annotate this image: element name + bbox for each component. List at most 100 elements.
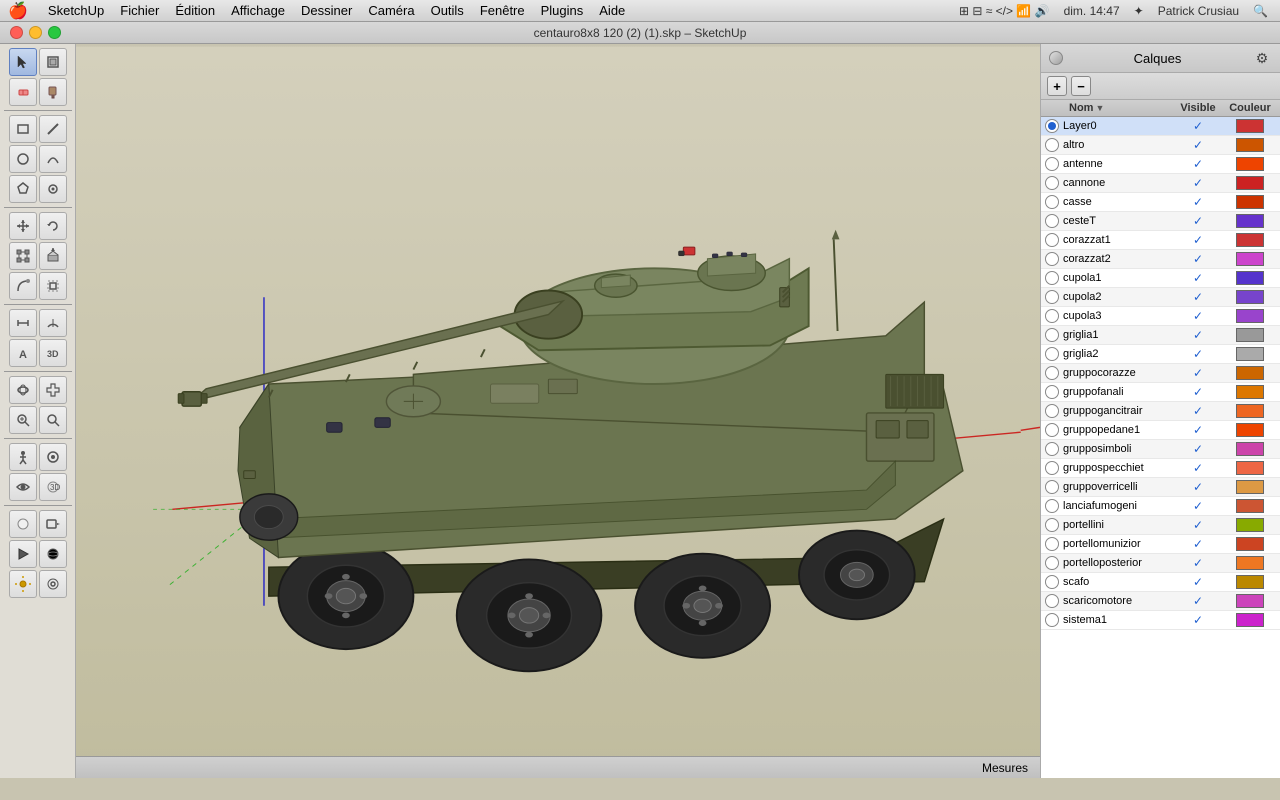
- menu-edition[interactable]: Édition: [167, 0, 223, 22]
- close-button[interactable]: [10, 26, 23, 39]
- layer-radio[interactable]: [1045, 537, 1059, 551]
- visible-checkmark[interactable]: ✓: [1193, 252, 1203, 266]
- layer-visible-cell[interactable]: ✓: [1172, 309, 1224, 323]
- layer-row[interactable]: gruppogancitrair✓: [1041, 402, 1280, 421]
- layer-row[interactable]: scaricomotore✓: [1041, 592, 1280, 611]
- layer-visible-cell[interactable]: ✓: [1172, 157, 1224, 171]
- visible-checkmark[interactable]: ✓: [1193, 499, 1203, 513]
- layer-visible-cell[interactable]: ✓: [1172, 195, 1224, 209]
- layer-visible-cell[interactable]: ✓: [1172, 480, 1224, 494]
- layer-radio[interactable]: [1045, 404, 1059, 418]
- visible-checkmark[interactable]: ✓: [1193, 404, 1203, 418]
- layer-row[interactable]: cupola2✓: [1041, 288, 1280, 307]
- layer-radio[interactable]: [1045, 442, 1059, 456]
- minimize-button[interactable]: [29, 26, 42, 39]
- layer-visible-cell[interactable]: ✓: [1172, 594, 1224, 608]
- menu-aide[interactable]: Aide: [591, 0, 633, 22]
- layer-color-cell[interactable]: [1224, 556, 1276, 570]
- visible-checkmark[interactable]: ✓: [1193, 328, 1203, 342]
- sphere-tool[interactable]: [39, 540, 67, 568]
- orbit-tool[interactable]: [9, 376, 37, 404]
- color-swatch[interactable]: [1236, 252, 1264, 266]
- color-swatch[interactable]: [1236, 176, 1264, 190]
- layer-visible-cell[interactable]: ✓: [1172, 366, 1224, 380]
- sun-tool[interactable]: [9, 570, 37, 598]
- layer-radio[interactable]: [1045, 157, 1059, 171]
- layer-visible-cell[interactable]: ✓: [1172, 556, 1224, 570]
- calques-list[interactable]: Layer0✓altro✓antenne✓cannone✓casse✓ceste…: [1041, 117, 1280, 778]
- layer-color-cell[interactable]: [1224, 594, 1276, 608]
- paint-tool[interactable]: [39, 78, 67, 106]
- layer-radio[interactable]: [1045, 271, 1059, 285]
- layer-radio[interactable]: [1045, 575, 1059, 589]
- layer-visible-cell[interactable]: ✓: [1172, 138, 1224, 152]
- layer-visible-cell[interactable]: ✓: [1172, 423, 1224, 437]
- followme-tool[interactable]: [9, 272, 37, 300]
- text-tool[interactable]: A: [9, 339, 37, 367]
- zoomextents-tool[interactable]: [39, 406, 67, 434]
- layer-visible-cell[interactable]: ✓: [1172, 119, 1224, 133]
- scale-tool[interactable]: [9, 242, 37, 270]
- circle-tool[interactable]: [9, 145, 37, 173]
- menu-sketchup[interactable]: SketchUp: [40, 0, 112, 22]
- zoom-tool[interactable]: [9, 406, 37, 434]
- layer-color-cell[interactable]: [1224, 366, 1276, 380]
- color-swatch[interactable]: [1236, 385, 1264, 399]
- pan-tool[interactable]: [39, 376, 67, 404]
- pushpull-tool[interactable]: [39, 242, 67, 270]
- layer-color-cell[interactable]: [1224, 518, 1276, 532]
- layer-color-cell[interactable]: [1224, 328, 1276, 342]
- add-layer-button[interactable]: +: [1047, 76, 1067, 96]
- visible-checkmark[interactable]: ✓: [1193, 423, 1203, 437]
- layer-color-cell[interactable]: [1224, 233, 1276, 247]
- layer-color-cell[interactable]: [1224, 309, 1276, 323]
- axes-tool[interactable]: 3D: [39, 473, 67, 501]
- color-swatch[interactable]: [1236, 404, 1264, 418]
- layer-visible-cell[interactable]: ✓: [1172, 347, 1224, 361]
- color-swatch[interactable]: [1236, 347, 1264, 361]
- layer-radio[interactable]: [1045, 423, 1059, 437]
- layer-radio[interactable]: [1045, 138, 1059, 152]
- layer-radio[interactable]: [1045, 176, 1059, 190]
- visible-checkmark[interactable]: ✓: [1193, 575, 1203, 589]
- visible-checkmark[interactable]: ✓: [1193, 271, 1203, 285]
- visible-checkmark[interactable]: ✓: [1193, 366, 1203, 380]
- color-swatch[interactable]: [1236, 366, 1264, 380]
- layer-visible-cell[interactable]: ✓: [1172, 404, 1224, 418]
- visible-checkmark[interactable]: ✓: [1193, 537, 1203, 551]
- search-icon[interactable]: 🔍: [1249, 4, 1272, 18]
- layer-radio[interactable]: [1045, 119, 1059, 133]
- protractor-tool[interactable]: [39, 309, 67, 337]
- layer-row[interactable]: gruppofanali✓: [1041, 383, 1280, 402]
- move-tool[interactable]: [9, 212, 37, 240]
- polygon-tool[interactable]: [9, 175, 37, 203]
- layer-radio[interactable]: [1045, 290, 1059, 304]
- layer-row[interactable]: antenne✓: [1041, 155, 1280, 174]
- layer-color-cell[interactable]: [1224, 176, 1276, 190]
- layer-color-cell[interactable]: [1224, 461, 1276, 475]
- layer-visible-cell[interactable]: ✓: [1172, 518, 1224, 532]
- visible-checkmark[interactable]: ✓: [1193, 518, 1203, 532]
- color-swatch[interactable]: [1236, 328, 1264, 342]
- layer-radio[interactable]: [1045, 328, 1059, 342]
- layer-radio[interactable]: [1045, 214, 1059, 228]
- layer-visible-cell[interactable]: ✓: [1172, 385, 1224, 399]
- layer-color-cell[interactable]: [1224, 613, 1276, 627]
- layer-color-cell[interactable]: [1224, 271, 1276, 285]
- section-tool[interactable]: [9, 510, 37, 538]
- menu-affichage[interactable]: Affichage: [223, 0, 293, 22]
- layer-color-cell[interactable]: [1224, 157, 1276, 171]
- layer-row[interactable]: grupposimboli✓: [1041, 440, 1280, 459]
- eraser-tool[interactable]: [9, 78, 37, 106]
- lookaround-tool[interactable]: [39, 443, 67, 471]
- layer-row[interactable]: portellomunizior✓: [1041, 535, 1280, 554]
- color-swatch[interactable]: [1236, 214, 1264, 228]
- visible-checkmark[interactable]: ✓: [1193, 347, 1203, 361]
- layer-row[interactable]: gruppospecchiet✓: [1041, 459, 1280, 478]
- color-swatch[interactable]: [1236, 119, 1264, 133]
- layer-row[interactable]: casse✓: [1041, 193, 1280, 212]
- color-swatch[interactable]: [1236, 271, 1264, 285]
- layer-row[interactable]: griglia1✓: [1041, 326, 1280, 345]
- layer-visible-cell[interactable]: ✓: [1172, 290, 1224, 304]
- layer-visible-cell[interactable]: ✓: [1172, 499, 1224, 513]
